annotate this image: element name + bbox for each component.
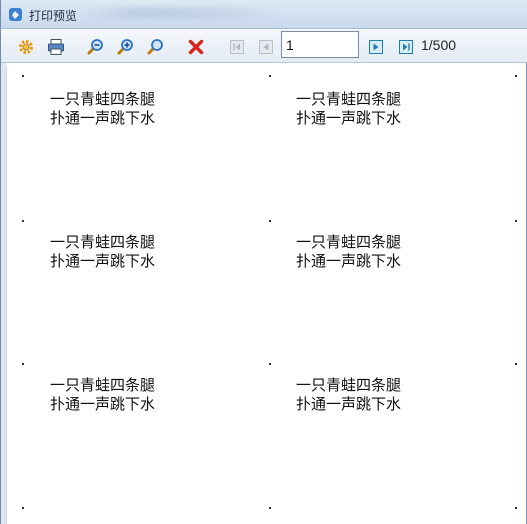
crop-mark [269, 75, 271, 77]
label-text: 一只青蛙四条腿 扑通一声跳下水 [296, 376, 401, 414]
label-line-1: 一只青蛙四条腿 [296, 376, 402, 394]
window-title: 打印预览 [29, 9, 78, 23]
label-text: 一只青蛙四条腿 扑通一声跳下水 [50, 90, 155, 128]
crop-mark [515, 220, 517, 222]
prev-page-button[interactable] [255, 36, 277, 58]
zoom-in-icon [117, 39, 133, 55]
label-line-1: 一只青蛙四条腿 [50, 376, 156, 394]
first-page-icon [230, 40, 244, 54]
crop-mark [22, 507, 24, 509]
next-page-icon [369, 40, 383, 54]
label-text: 一只青蛙四条腿 扑通一声跳下水 [50, 376, 155, 414]
zoom-in-button[interactable] [114, 36, 136, 58]
settings-icon [19, 40, 33, 54]
crop-mark [269, 220, 271, 222]
first-page-button[interactable] [226, 36, 248, 58]
label-line-2: 扑通一声跳下水 [296, 252, 402, 270]
print-button[interactable] [45, 36, 67, 58]
page-count: 1/500 [421, 37, 457, 53]
close-preview-button[interactable] [185, 36, 207, 58]
close-icon [188, 39, 204, 55]
crop-mark [22, 363, 24, 365]
crop-mark [515, 507, 517, 509]
print-preview-window: 打印预览 1 1/500 一只青蛙四条腿 扑通一声跳下水 一只青蛙四条腿 扑通一… [0, 0, 527, 524]
title-bar: 打印预览 [1, 0, 527, 29]
label-line-2: 扑通一声跳下水 [50, 395, 156, 413]
label-line-1: 一只青蛙四条腿 [50, 233, 156, 251]
print-icon [48, 39, 64, 55]
page-number-input[interactable] [281, 31, 359, 58]
zoom-fit-icon [147, 39, 163, 55]
crop-mark [269, 363, 271, 365]
crop-mark [22, 220, 24, 222]
prev-page-icon [259, 40, 273, 54]
label-line-2: 扑通一声跳下水 [296, 109, 402, 127]
next-page-button[interactable] [365, 36, 387, 58]
label-line-2: 扑通一声跳下水 [296, 395, 402, 413]
settings-button[interactable] [15, 36, 37, 58]
zoom-out-button[interactable] [84, 36, 106, 58]
label-line-1: 一只青蛙四条腿 [296, 90, 402, 108]
last-page-icon [399, 40, 413, 54]
label-text: 一只青蛙四条腿 扑通一声跳下水 [296, 233, 401, 271]
zoom-out-icon [87, 39, 103, 55]
crop-mark [515, 363, 517, 365]
crop-mark [22, 75, 24, 77]
zoom-fit-button[interactable] [144, 36, 166, 58]
crop-mark [515, 75, 517, 77]
crop-mark [269, 507, 271, 509]
label-line-2: 扑通一声跳下水 [50, 252, 156, 270]
label-line-1: 一只青蛙四条腿 [50, 90, 156, 108]
label-line-2: 扑通一声跳下水 [50, 109, 156, 127]
label-line-1: 一只青蛙四条腿 [296, 233, 402, 251]
label-text: 一只青蛙四条腿 扑通一声跳下水 [296, 90, 401, 128]
app-icon [9, 8, 22, 21]
preview-area: 一只青蛙四条腿 扑通一声跳下水 一只青蛙四条腿 扑通一声跳下水 一只青蛙四条腿 … [6, 66, 524, 524]
label-text: 一只青蛙四条腿 扑通一声跳下水 [50, 233, 155, 271]
title-extra-blurred [79, 7, 279, 19]
last-page-button[interactable] [395, 36, 417, 58]
